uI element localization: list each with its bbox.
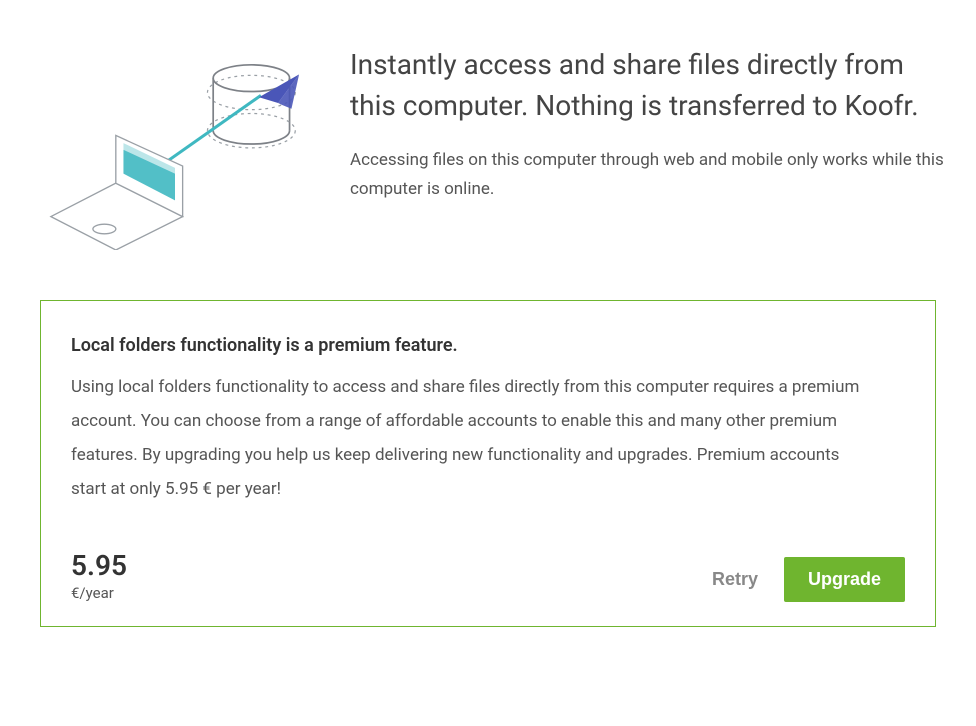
price-unit: €/year — [71, 584, 127, 602]
hero-subtitle: Accessing files on this computer through… — [350, 146, 946, 204]
upgrade-button[interactable]: Upgrade — [784, 557, 905, 602]
premium-upsell-box: Local folders functionality is a premium… — [40, 300, 936, 627]
premium-body: Using local folders functionality to acc… — [71, 370, 871, 506]
hero-title: Instantly access and share files directl… — [350, 45, 946, 126]
price-amount: 5.95 — [71, 550, 127, 582]
retry-button[interactable]: Retry — [712, 569, 758, 590]
sync-illustration-icon — [30, 30, 320, 240]
hero-section: Instantly access and share files directl… — [30, 30, 946, 240]
premium-heading: Local folders functionality is a premium… — [71, 335, 905, 356]
price-block: 5.95 €/year — [71, 550, 127, 602]
